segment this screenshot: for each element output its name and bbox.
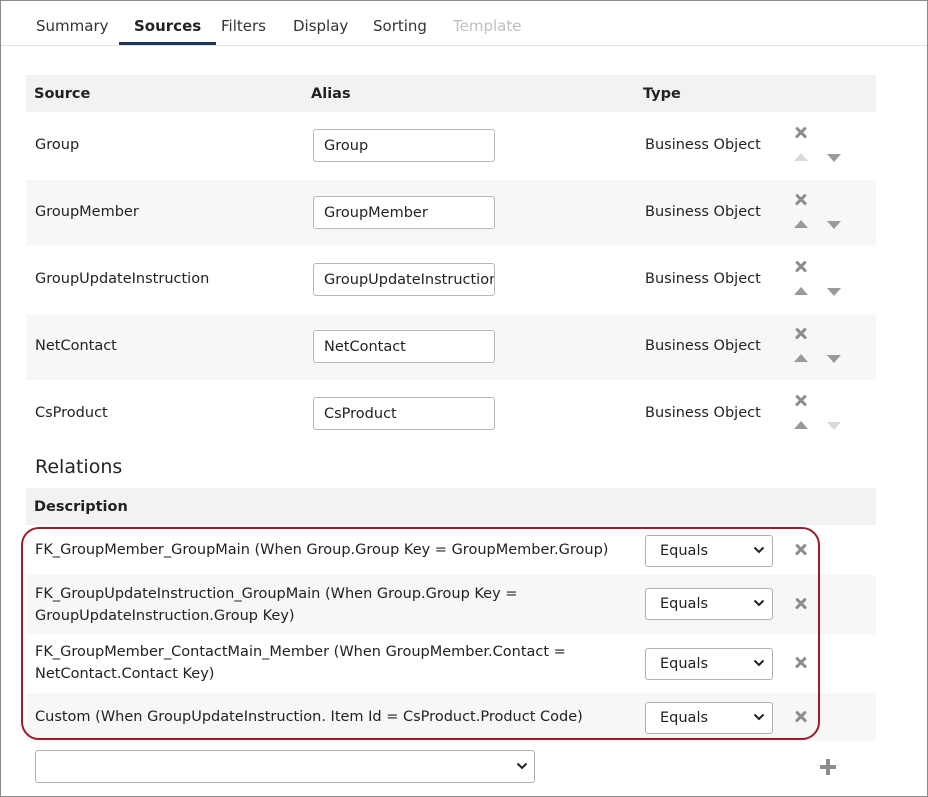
source-type: Business Object (645, 271, 761, 287)
alias-input[interactable] (313, 263, 495, 296)
close-icon[interactable] (793, 709, 809, 725)
arrow-up-icon[interactable] (794, 287, 808, 295)
chevron-down-icon (753, 713, 765, 721)
source-type: Business Object (645, 137, 761, 153)
close-icon[interactable] (793, 125, 809, 141)
tab-summary[interactable]: Summary (36, 1, 109, 45)
arrow-down-icon[interactable] (827, 154, 841, 162)
relation-description: FK_GroupMember_GroupMain (When Group.Gro… (35, 542, 609, 558)
alias-column-header: Alias (311, 86, 351, 102)
source-name: Group (35, 137, 80, 153)
operator-select[interactable]: Equals (645, 535, 773, 567)
close-icon[interactable] (793, 259, 809, 275)
source-row: CsProduct Business Object (26, 381, 876, 447)
chevron-down-icon (516, 762, 528, 770)
arrow-down-icon (827, 422, 841, 430)
operator-select[interactable]: Equals (645, 702, 773, 734)
close-icon[interactable] (793, 655, 809, 671)
relation-description: Custom (When GroupUpdateInstruction. Ite… (35, 709, 583, 725)
relation-row: Custom (When GroupUpdateInstruction. Ite… (26, 693, 876, 741)
new-relation-select[interactable] (35, 750, 535, 783)
source-name: CsProduct (35, 405, 108, 421)
source-name: GroupMember (35, 204, 139, 220)
alias-input[interactable] (313, 196, 495, 229)
tab-display[interactable]: Display (293, 1, 348, 45)
chevron-down-icon (753, 599, 765, 607)
source-row: GroupMember Business Object (26, 180, 876, 246)
chevron-down-icon (753, 659, 765, 667)
operator-value: Equals (660, 710, 709, 726)
alias-input[interactable] (313, 129, 495, 162)
relation-description: FK_GroupUpdateInstruction_GroupMain (Whe… (35, 586, 518, 624)
source-row: GroupUpdateInstruction Business Object (26, 247, 876, 313)
query-editor-panel: Summary Sources Filters Display Sorting … (0, 0, 928, 797)
relation-row: FK_GroupMember_GroupMain (When Group.Gro… (26, 527, 876, 575)
source-column-header: Source (34, 86, 91, 102)
chevron-down-icon (753, 546, 765, 554)
arrow-up-icon (794, 153, 808, 161)
source-row: Group Business Object (26, 113, 876, 179)
tab-sources[interactable]: Sources (118, 1, 217, 45)
close-icon[interactable] (793, 393, 809, 409)
tab-template: Template (453, 17, 522, 35)
arrow-up-icon[interactable] (794, 421, 808, 429)
plus-icon[interactable] (820, 759, 836, 775)
description-column-header: Description (34, 499, 128, 515)
arrow-down-icon[interactable] (827, 221, 841, 229)
source-row: NetContact Business Object (26, 314, 876, 380)
arrow-down-icon[interactable] (827, 355, 841, 363)
type-column-header: Type (643, 86, 681, 102)
relations-table-header: Description (26, 488, 876, 525)
operator-select[interactable]: Equals (645, 648, 773, 680)
close-icon[interactable] (793, 192, 809, 208)
arrow-up-icon[interactable] (794, 220, 808, 228)
relation-description: FK_GroupMember_ContactMain_Member (When … (35, 644, 566, 682)
close-icon[interactable] (793, 596, 809, 612)
relation-row: FK_GroupMember_ContactMain_Member (When … (26, 634, 876, 693)
relations-title: Relations (35, 456, 123, 478)
source-type: Business Object (645, 338, 761, 354)
close-icon[interactable] (793, 542, 809, 558)
alias-input[interactable] (313, 397, 495, 430)
source-name: GroupUpdateInstruction (35, 271, 210, 287)
arrow-up-icon[interactable] (794, 354, 808, 362)
tab-bar: Summary Sources Filters Display Sorting … (1, 1, 927, 46)
close-icon[interactable] (793, 326, 809, 342)
operator-value: Equals (660, 543, 709, 559)
alias-input[interactable] (313, 330, 495, 363)
operator-select[interactable]: Equals (645, 588, 773, 620)
operator-value: Equals (660, 656, 709, 672)
relation-row: FK_GroupUpdateInstruction_GroupMain (Whe… (26, 575, 876, 634)
source-type: Business Object (645, 405, 761, 421)
arrow-down-icon[interactable] (827, 288, 841, 296)
operator-value: Equals (660, 596, 709, 612)
source-type: Business Object (645, 204, 761, 220)
sources-table-header: Source Alias Type (26, 75, 876, 112)
tab-filters[interactable]: Filters (221, 1, 266, 45)
source-name: NetContact (35, 338, 117, 354)
tab-sorting[interactable]: Sorting (373, 1, 427, 45)
